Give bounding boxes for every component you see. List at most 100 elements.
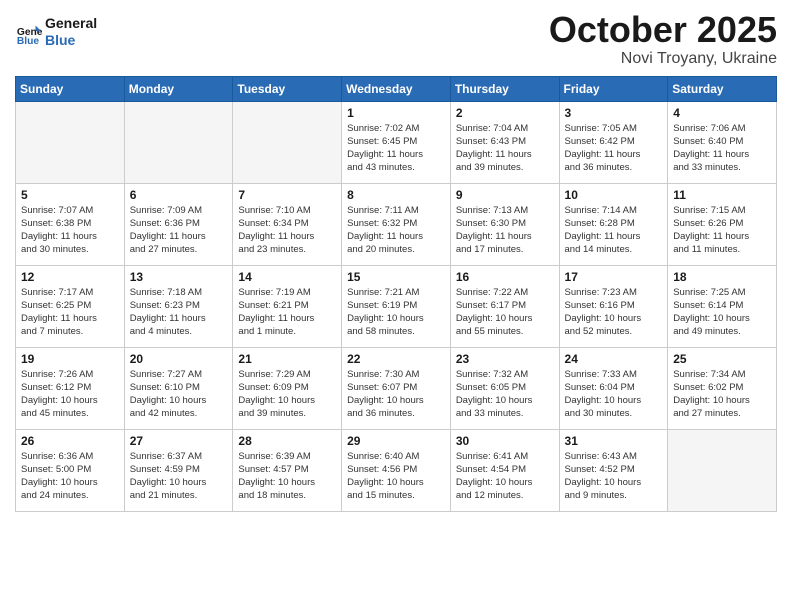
- month-title: October 2025: [549, 10, 777, 50]
- calendar-cell: 14 Sunrise: 7:19 AMSunset: 6:21 PMDayligh…: [233, 265, 342, 347]
- day-info: Sunrise: 7:21 AMSunset: 6:19 PMDaylight:…: [347, 286, 445, 339]
- day-number: 4: [673, 106, 771, 120]
- calendar-cell: 9 Sunrise: 7:13 AMSunset: 6:30 PMDaylight…: [450, 183, 559, 265]
- logo-blue: Blue: [45, 32, 75, 48]
- calendar-cell: [124, 101, 233, 183]
- day-info: Sunrise: 7:11 AMSunset: 6:32 PMDaylight:…: [347, 204, 445, 257]
- day-number: 17: [565, 270, 663, 284]
- day-number: 5: [21, 188, 119, 202]
- svg-text:Blue: Blue: [17, 36, 40, 46]
- calendar-cell: 8 Sunrise: 7:11 AMSunset: 6:32 PMDaylight…: [342, 183, 451, 265]
- calendar-cell: 24 Sunrise: 7:33 AMSunset: 6:04 PMDayligh…: [559, 347, 668, 429]
- page-header: General Blue General Blue October 2025 N…: [15, 10, 777, 68]
- calendar-cell: 20 Sunrise: 7:27 AMSunset: 6:10 PMDayligh…: [124, 347, 233, 429]
- day-number: 19: [21, 352, 119, 366]
- day-info: Sunrise: 7:15 AMSunset: 6:26 PMDaylight:…: [673, 204, 771, 257]
- weekday-header-sunday: Sunday: [16, 76, 125, 101]
- calendar-cell: 18Sunrise: 7:25 AMSunset: 6:14 PMDayligh…: [668, 265, 777, 347]
- weekday-header-row: SundayMondayTuesdayWednesdayThursdayFrid…: [16, 76, 777, 101]
- day-number: 27: [130, 434, 228, 448]
- day-info: Sunrise: 6:37 AMSunset: 4:59 PMDaylight:…: [130, 450, 228, 503]
- day-number: 16: [456, 270, 554, 284]
- day-number: 20: [130, 352, 228, 366]
- day-info: Sunrise: 7:32 AMSunset: 6:05 PMDaylight:…: [456, 368, 554, 421]
- day-number: 28: [238, 434, 336, 448]
- day-number: 31: [565, 434, 663, 448]
- calendar-cell: 27 Sunrise: 6:37 AMSunset: 4:59 PMDayligh…: [124, 429, 233, 511]
- logo: General Blue General Blue: [15, 15, 97, 49]
- calendar-table: SundayMondayTuesdayWednesdayThursdayFrid…: [15, 76, 777, 512]
- day-info: Sunrise: 7:02 AMSunset: 6:45 PMDaylight:…: [347, 122, 445, 175]
- calendar-cell: 17 Sunrise: 7:23 AMSunset: 6:16 PMDayligh…: [559, 265, 668, 347]
- calendar-cell: 26 Sunrise: 6:36 AMSunset: 5:00 PMDayligh…: [16, 429, 125, 511]
- title-block: October 2025 Novi Troyany, Ukraine: [549, 10, 777, 68]
- calendar-cell: 31 Sunrise: 6:43 AMSunset: 4:52 PMDayligh…: [559, 429, 668, 511]
- weekday-header-saturday: Saturday: [668, 76, 777, 101]
- day-number: 3: [565, 106, 663, 120]
- week-row-1: 5 Sunrise: 7:07 AMSunset: 6:38 PMDaylight…: [16, 183, 777, 265]
- day-number: 13: [130, 270, 228, 284]
- calendar-cell: 5 Sunrise: 7:07 AMSunset: 6:38 PMDaylight…: [16, 183, 125, 265]
- day-info: Sunrise: 7:25 AMSunset: 6:14 PMDaylight:…: [673, 286, 771, 339]
- calendar-cell: 19 Sunrise: 7:26 AMSunset: 6:12 PMDayligh…: [16, 347, 125, 429]
- day-number: 29: [347, 434, 445, 448]
- calendar-cell: 2Sunrise: 7:04 AMSunset: 6:43 PMDaylight…: [450, 101, 559, 183]
- day-info: Sunrise: 7:13 AMSunset: 6:30 PMDaylight:…: [456, 204, 554, 257]
- calendar-cell: 21Sunrise: 7:29 AMSunset: 6:09 PMDayligh…: [233, 347, 342, 429]
- calendar-cell: 10 Sunrise: 7:14 AMSunset: 6:28 PMDayligh…: [559, 183, 668, 265]
- day-number: 6: [130, 188, 228, 202]
- calendar-cell: 3 Sunrise: 7:05 AMSunset: 6:42 PMDaylight…: [559, 101, 668, 183]
- day-info: Sunrise: 7:27 AMSunset: 6:10 PMDaylight:…: [130, 368, 228, 421]
- day-number: 22: [347, 352, 445, 366]
- weekday-header-wednesday: Wednesday: [342, 76, 451, 101]
- weekday-header-monday: Monday: [124, 76, 233, 101]
- day-info: Sunrise: 7:17 AMSunset: 6:25 PMDaylight:…: [21, 286, 119, 339]
- day-info: Sunrise: 7:18 AMSunset: 6:23 PMDaylight:…: [130, 286, 228, 339]
- calendar-cell: [16, 101, 125, 183]
- day-info: Sunrise: 7:06 AMSunset: 6:40 PMDaylight:…: [673, 122, 771, 175]
- week-row-3: 19 Sunrise: 7:26 AMSunset: 6:12 PMDayligh…: [16, 347, 777, 429]
- day-info: Sunrise: 7:26 AMSunset: 6:12 PMDaylight:…: [21, 368, 119, 421]
- calendar-cell: 6 Sunrise: 7:09 AMSunset: 6:36 PMDaylight…: [124, 183, 233, 265]
- day-number: 12: [21, 270, 119, 284]
- day-info: Sunrise: 6:36 AMSunset: 5:00 PMDaylight:…: [21, 450, 119, 503]
- day-number: 24: [565, 352, 663, 366]
- day-info: Sunrise: 6:39 AMSunset: 4:57 PMDaylight:…: [238, 450, 336, 503]
- day-info: Sunrise: 7:04 AMSunset: 6:43 PMDaylight:…: [456, 122, 554, 175]
- day-number: 10: [565, 188, 663, 202]
- day-number: 9: [456, 188, 554, 202]
- day-info: Sunrise: 6:40 AMSunset: 4:56 PMDaylight:…: [347, 450, 445, 503]
- day-info: Sunrise: 7:29 AMSunset: 6:09 PMDaylight:…: [238, 368, 336, 421]
- day-info: Sunrise: 7:22 AMSunset: 6:17 PMDaylight:…: [456, 286, 554, 339]
- week-row-4: 26 Sunrise: 6:36 AMSunset: 5:00 PMDayligh…: [16, 429, 777, 511]
- calendar-cell: 28 Sunrise: 6:39 AMSunset: 4:57 PMDayligh…: [233, 429, 342, 511]
- logo-icon: General Blue: [15, 18, 43, 46]
- day-info: Sunrise: 7:23 AMSunset: 6:16 PMDaylight:…: [565, 286, 663, 339]
- calendar-cell: 23 Sunrise: 7:32 AMSunset: 6:05 PMDayligh…: [450, 347, 559, 429]
- day-number: 23: [456, 352, 554, 366]
- day-info: Sunrise: 6:43 AMSunset: 4:52 PMDaylight:…: [565, 450, 663, 503]
- day-number: 11: [673, 188, 771, 202]
- day-info: Sunrise: 7:07 AMSunset: 6:38 PMDaylight:…: [21, 204, 119, 257]
- day-info: Sunrise: 7:10 AMSunset: 6:34 PMDaylight:…: [238, 204, 336, 257]
- logo-general: General: [45, 15, 97, 31]
- day-number: 8: [347, 188, 445, 202]
- day-info: Sunrise: 7:05 AMSunset: 6:42 PMDaylight:…: [565, 122, 663, 175]
- calendar-cell: 11 Sunrise: 7:15 AMSunset: 6:26 PMDayligh…: [668, 183, 777, 265]
- calendar-cell: 29 Sunrise: 6:40 AMSunset: 4:56 PMDayligh…: [342, 429, 451, 511]
- calendar-cell: 16 Sunrise: 7:22 AMSunset: 6:17 PMDayligh…: [450, 265, 559, 347]
- day-info: Sunrise: 7:19 AMSunset: 6:21 PMDaylight:…: [238, 286, 336, 339]
- day-info: Sunrise: 7:09 AMSunset: 6:36 PMDaylight:…: [130, 204, 228, 257]
- calendar-cell: 7Sunrise: 7:10 AMSunset: 6:34 PMDaylight…: [233, 183, 342, 265]
- weekday-header-thursday: Thursday: [450, 76, 559, 101]
- day-info: Sunrise: 7:14 AMSunset: 6:28 PMDaylight:…: [565, 204, 663, 257]
- day-info: Sunrise: 7:33 AMSunset: 6:04 PMDaylight:…: [565, 368, 663, 421]
- day-number: 26: [21, 434, 119, 448]
- weekday-header-tuesday: Tuesday: [233, 76, 342, 101]
- day-info: Sunrise: 6:41 AMSunset: 4:54 PMDaylight:…: [456, 450, 554, 503]
- calendar-cell: 1Sunrise: 7:02 AMSunset: 6:45 PMDaylight…: [342, 101, 451, 183]
- day-info: Sunrise: 7:30 AMSunset: 6:07 PMDaylight:…: [347, 368, 445, 421]
- calendar-cell: 25Sunrise: 7:34 AMSunset: 6:02 PMDayligh…: [668, 347, 777, 429]
- day-number: 15: [347, 270, 445, 284]
- day-number: 14: [238, 270, 336, 284]
